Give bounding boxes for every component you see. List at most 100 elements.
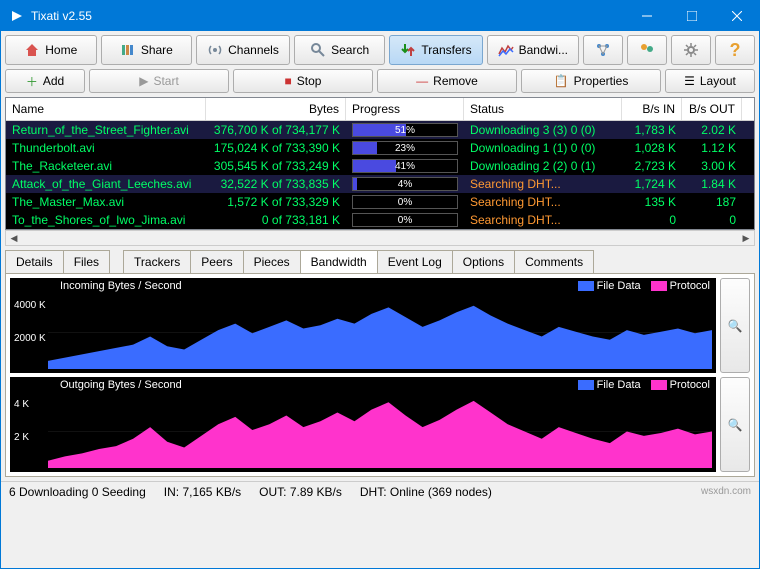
cell-in: 0 — [622, 211, 682, 229]
add-label: Add — [43, 74, 64, 88]
transfers-label: Transfers — [421, 43, 471, 57]
tab-comments[interactable]: Comments — [514, 250, 594, 273]
plus-icon: ＋ — [26, 73, 38, 90]
add-button[interactable]: ＋ Add — [5, 69, 85, 93]
col-status[interactable]: Status — [464, 98, 622, 120]
home-icon — [24, 42, 40, 58]
grid-body: Return_of_the_Street_Fighter.avi376,700 … — [6, 121, 754, 229]
help-icon: ? — [727, 42, 743, 58]
tab-files[interactable]: Files — [63, 250, 110, 273]
cell-status: Searching DHT... — [464, 211, 622, 229]
remove-button[interactable]: —Remove — [377, 69, 517, 93]
cell-bytes: 376,700 K of 734,177 K — [206, 121, 346, 139]
cell-name: Thunderbolt.avi — [6, 139, 206, 157]
tab-bandwidth[interactable]: Bandwidth — [300, 250, 378, 273]
grid-header: Name Bytes Progress Status B/s IN B/s OU… — [6, 98, 754, 121]
ylabel: 2000 K — [14, 333, 46, 344]
chart-area — [48, 395, 712, 468]
table-row[interactable]: Attack_of_the_Giant_Leeches.avi32,522 K … — [6, 175, 754, 193]
transfers-grid: Name Bytes Progress Status B/s IN B/s OU… — [5, 97, 755, 230]
users-button[interactable] — [627, 35, 667, 65]
status-in: IN: 7,165 KB/s — [164, 485, 241, 499]
legend-item: Protocol — [651, 379, 710, 391]
ylabel: 4 K — [14, 399, 29, 410]
tab-details[interactable]: Details — [5, 250, 64, 273]
status-downloading: 6 Downloading 0 Seeding — [9, 485, 146, 499]
share-icon — [120, 42, 136, 58]
tab-options[interactable]: Options — [452, 250, 515, 273]
table-row[interactable]: The_Racketeer.avi305,545 K of 733,249 K4… — [6, 157, 754, 175]
start-button[interactable]: ▶ Start — [89, 69, 229, 93]
cell-name: To_the_Shores_of_Iwo_Jima.avi — [6, 211, 206, 229]
status-bar: 6 Downloading 0 Seeding IN: 7,165 KB/s O… — [1, 481, 759, 501]
close-button[interactable] — [714, 1, 759, 31]
settings-button[interactable] — [671, 35, 711, 65]
tab-event-log[interactable]: Event Log — [377, 250, 453, 273]
layout-button[interactable]: ☰Layout — [665, 69, 755, 93]
tab-peers[interactable]: Peers — [190, 250, 243, 273]
status-dht: DHT: Online (369 nodes) — [360, 485, 492, 499]
tab-trackers[interactable]: Trackers — [123, 250, 191, 273]
chart-area — [48, 296, 712, 369]
bandwidth-button[interactable]: Bandwi... — [487, 35, 579, 65]
stop-button[interactable]: ■Stop — [233, 69, 373, 93]
cell-in: 1,724 K — [622, 175, 682, 193]
cell-name: The_Master_Max.avi — [6, 193, 206, 211]
tab-pieces[interactable]: Pieces — [243, 250, 301, 273]
zoom-in-button[interactable]: 🔍 — [720, 278, 750, 373]
horizontal-scrollbar[interactable]: ◀ ▶ — [5, 230, 755, 246]
transfers-button[interactable]: Transfers — [389, 35, 482, 65]
channels-button[interactable]: Channels — [196, 35, 290, 65]
search-label: Search — [331, 43, 369, 57]
status-out: OUT: 7.89 KB/s — [259, 485, 342, 499]
maximize-button[interactable] — [669, 1, 714, 31]
start-label: Start — [153, 74, 178, 88]
search-icon — [310, 42, 326, 58]
scroll-right-icon[interactable]: ▶ — [738, 231, 754, 245]
cell-status: Downloading 1 (1) 0 (0) — [464, 139, 622, 157]
cell-status: Searching DHT... — [464, 175, 622, 193]
home-button[interactable]: Home — [5, 35, 97, 65]
home-label: Home — [45, 43, 77, 57]
cell-status: Downloading 3 (3) 0 (0) — [464, 121, 622, 139]
table-row[interactable]: The_Master_Max.avi1,572 K of 733,329 K0%… — [6, 193, 754, 211]
chart-title: Outgoing Bytes / Second — [60, 379, 182, 391]
network-button[interactable] — [583, 35, 623, 65]
outgoing-chart: Outgoing Bytes / Second File DataProtoco… — [10, 377, 716, 472]
cell-bytes: 32,522 K of 733,835 K — [206, 175, 346, 193]
cell-bytes: 305,545 K of 733,249 K — [206, 157, 346, 175]
search-button[interactable]: Search — [294, 35, 386, 65]
share-button[interactable]: Share — [101, 35, 193, 65]
legend-item: File Data — [578, 280, 641, 292]
cell-out: 0 — [682, 211, 742, 229]
cell-name: Return_of_the_Street_Fighter.avi — [6, 121, 206, 139]
table-row[interactable]: Thunderbolt.avi175,024 K of 733,390 K23%… — [6, 139, 754, 157]
scroll-left-icon[interactable]: ◀ — [6, 231, 22, 245]
table-row[interactable]: Return_of_the_Street_Fighter.avi376,700 … — [6, 121, 754, 139]
play-icon: ▶ — [139, 74, 148, 88]
minimize-button[interactable] — [624, 1, 669, 31]
col-bytes[interactable]: Bytes — [206, 98, 346, 120]
gear-icon — [683, 42, 699, 58]
cell-progress: 41% — [346, 157, 464, 175]
watermark: wsxdn.com — [701, 486, 751, 497]
network-icon — [595, 42, 611, 58]
help-button[interactable]: ? — [715, 35, 755, 65]
window-title: Tixati v2.55 — [31, 9, 92, 23]
zoom-out-button[interactable]: 🔍 — [720, 377, 750, 472]
properties-button[interactable]: 📋 Properties — [521, 69, 661, 93]
col-in[interactable]: B/s IN — [622, 98, 682, 120]
col-out[interactable]: B/s OUT — [682, 98, 742, 120]
cell-in: 1,028 K — [622, 139, 682, 157]
col-name[interactable]: Name — [6, 98, 206, 120]
properties-label: Properties — [574, 74, 629, 88]
app-icon — [9, 8, 25, 24]
col-progress[interactable]: Progress — [346, 98, 464, 120]
table-row[interactable]: To_the_Shores_of_Iwo_Jima.avi0 of 733,18… — [6, 211, 754, 229]
chart-legend: File DataProtocol — [578, 280, 710, 292]
channels-icon — [207, 42, 223, 58]
cell-bytes: 0 of 733,181 K — [206, 211, 346, 229]
properties-icon: 📋 — [554, 74, 569, 88]
cell-progress: 0% — [346, 211, 464, 229]
bandwidth-icon — [498, 42, 514, 58]
